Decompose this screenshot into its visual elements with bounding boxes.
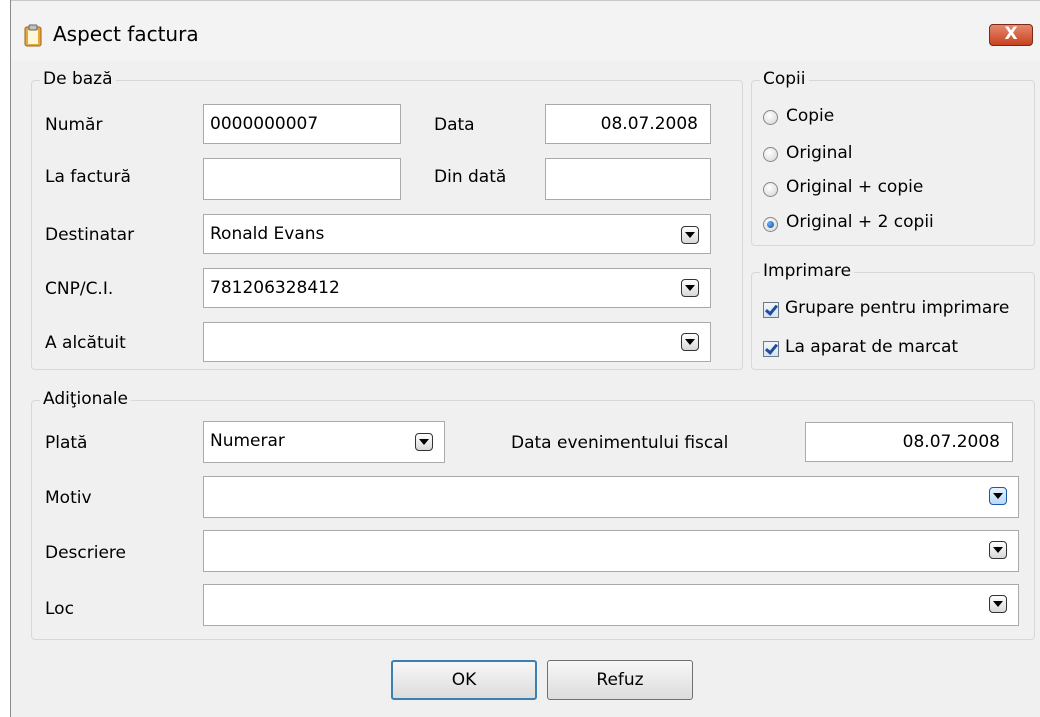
window-title: Aspect factura [53, 22, 199, 46]
data-label: Data [434, 115, 475, 135]
group-title-imprimare: Imprimare [760, 261, 855, 281]
plata-label: Plată [45, 433, 88, 453]
descriere-label: Descriere [45, 543, 126, 563]
a-alcatuit-label: A alcătuit [45, 333, 126, 353]
dialog-window: Aspect factura X De bază Număr 000000000… [10, 0, 1040, 717]
cnp-combo[interactable]: 781206328412 [203, 268, 711, 308]
loc-dropdown-icon[interactable] [989, 595, 1007, 613]
aparat-checkbox[interactable] [763, 341, 779, 357]
cnp-label: CNP/C.I. [45, 279, 114, 299]
refuz-button[interactable]: Refuz [547, 660, 693, 700]
radio-original-2-copii[interactable] [763, 217, 778, 232]
radio-original-copie-label[interactable]: Original + copie [786, 177, 923, 197]
data-field[interactable]: 08.07.2008 [545, 104, 711, 144]
din-data-label: Din dată [434, 167, 507, 187]
radio-original-label[interactable]: Original [786, 143, 853, 163]
grupare-checkbox[interactable] [763, 302, 779, 318]
radio-copie[interactable] [763, 110, 778, 125]
title-bar[interactable]: Aspect factura X [11, 0, 1040, 61]
grupare-label[interactable]: Grupare pentru imprimare [785, 298, 1009, 318]
a-alcatuit-combo[interactable] [203, 322, 711, 362]
motiv-combo[interactable] [203, 476, 1019, 518]
loc-label: Loc [45, 599, 74, 619]
loc-combo[interactable] [203, 584, 1019, 626]
motiv-label: Motiv [45, 488, 92, 508]
din-data-field[interactable] [545, 158, 711, 200]
la-factura-field[interactable] [203, 158, 401, 200]
la-factura-label: La factură [45, 167, 131, 187]
group-title-aditionale: Adiţionale [40, 389, 132, 409]
data-fiscal-field[interactable]: 08.07.2008 [805, 422, 1013, 462]
aparat-label[interactable]: La aparat de marcat [785, 337, 958, 357]
close-button[interactable]: X [989, 24, 1033, 46]
cnp-dropdown-icon[interactable] [681, 279, 699, 297]
group-title-copii: Copii [760, 69, 809, 89]
numar-label: Număr [45, 115, 103, 135]
a-alcatuit-dropdown-icon[interactable] [681, 333, 699, 351]
destinatar-label: Destinatar [45, 225, 135, 245]
radio-original[interactable] [763, 147, 778, 162]
motiv-dropdown-icon[interactable] [989, 487, 1007, 505]
descriere-combo[interactable] [203, 530, 1019, 572]
radio-original-2-copii-label[interactable]: Original + 2 copii [786, 212, 934, 232]
ok-button[interactable]: OK [391, 660, 537, 700]
radio-original-copie[interactable] [763, 182, 778, 197]
destinatar-combo[interactable]: Ronald Evans [203, 214, 711, 254]
clipboard-icon [24, 24, 42, 47]
plata-dropdown-icon[interactable] [415, 433, 433, 451]
radio-copie-label[interactable]: Copie [786, 106, 834, 126]
plata-combo[interactable]: Numerar [203, 421, 445, 463]
data-fiscal-label: Data evenimentului fiscal [511, 433, 729, 453]
numar-field[interactable]: 0000000007 [203, 104, 401, 144]
destinatar-dropdown-icon[interactable] [681, 226, 699, 244]
group-title-de-baza: De bază [40, 69, 116, 89]
descriere-dropdown-icon[interactable] [989, 541, 1007, 559]
